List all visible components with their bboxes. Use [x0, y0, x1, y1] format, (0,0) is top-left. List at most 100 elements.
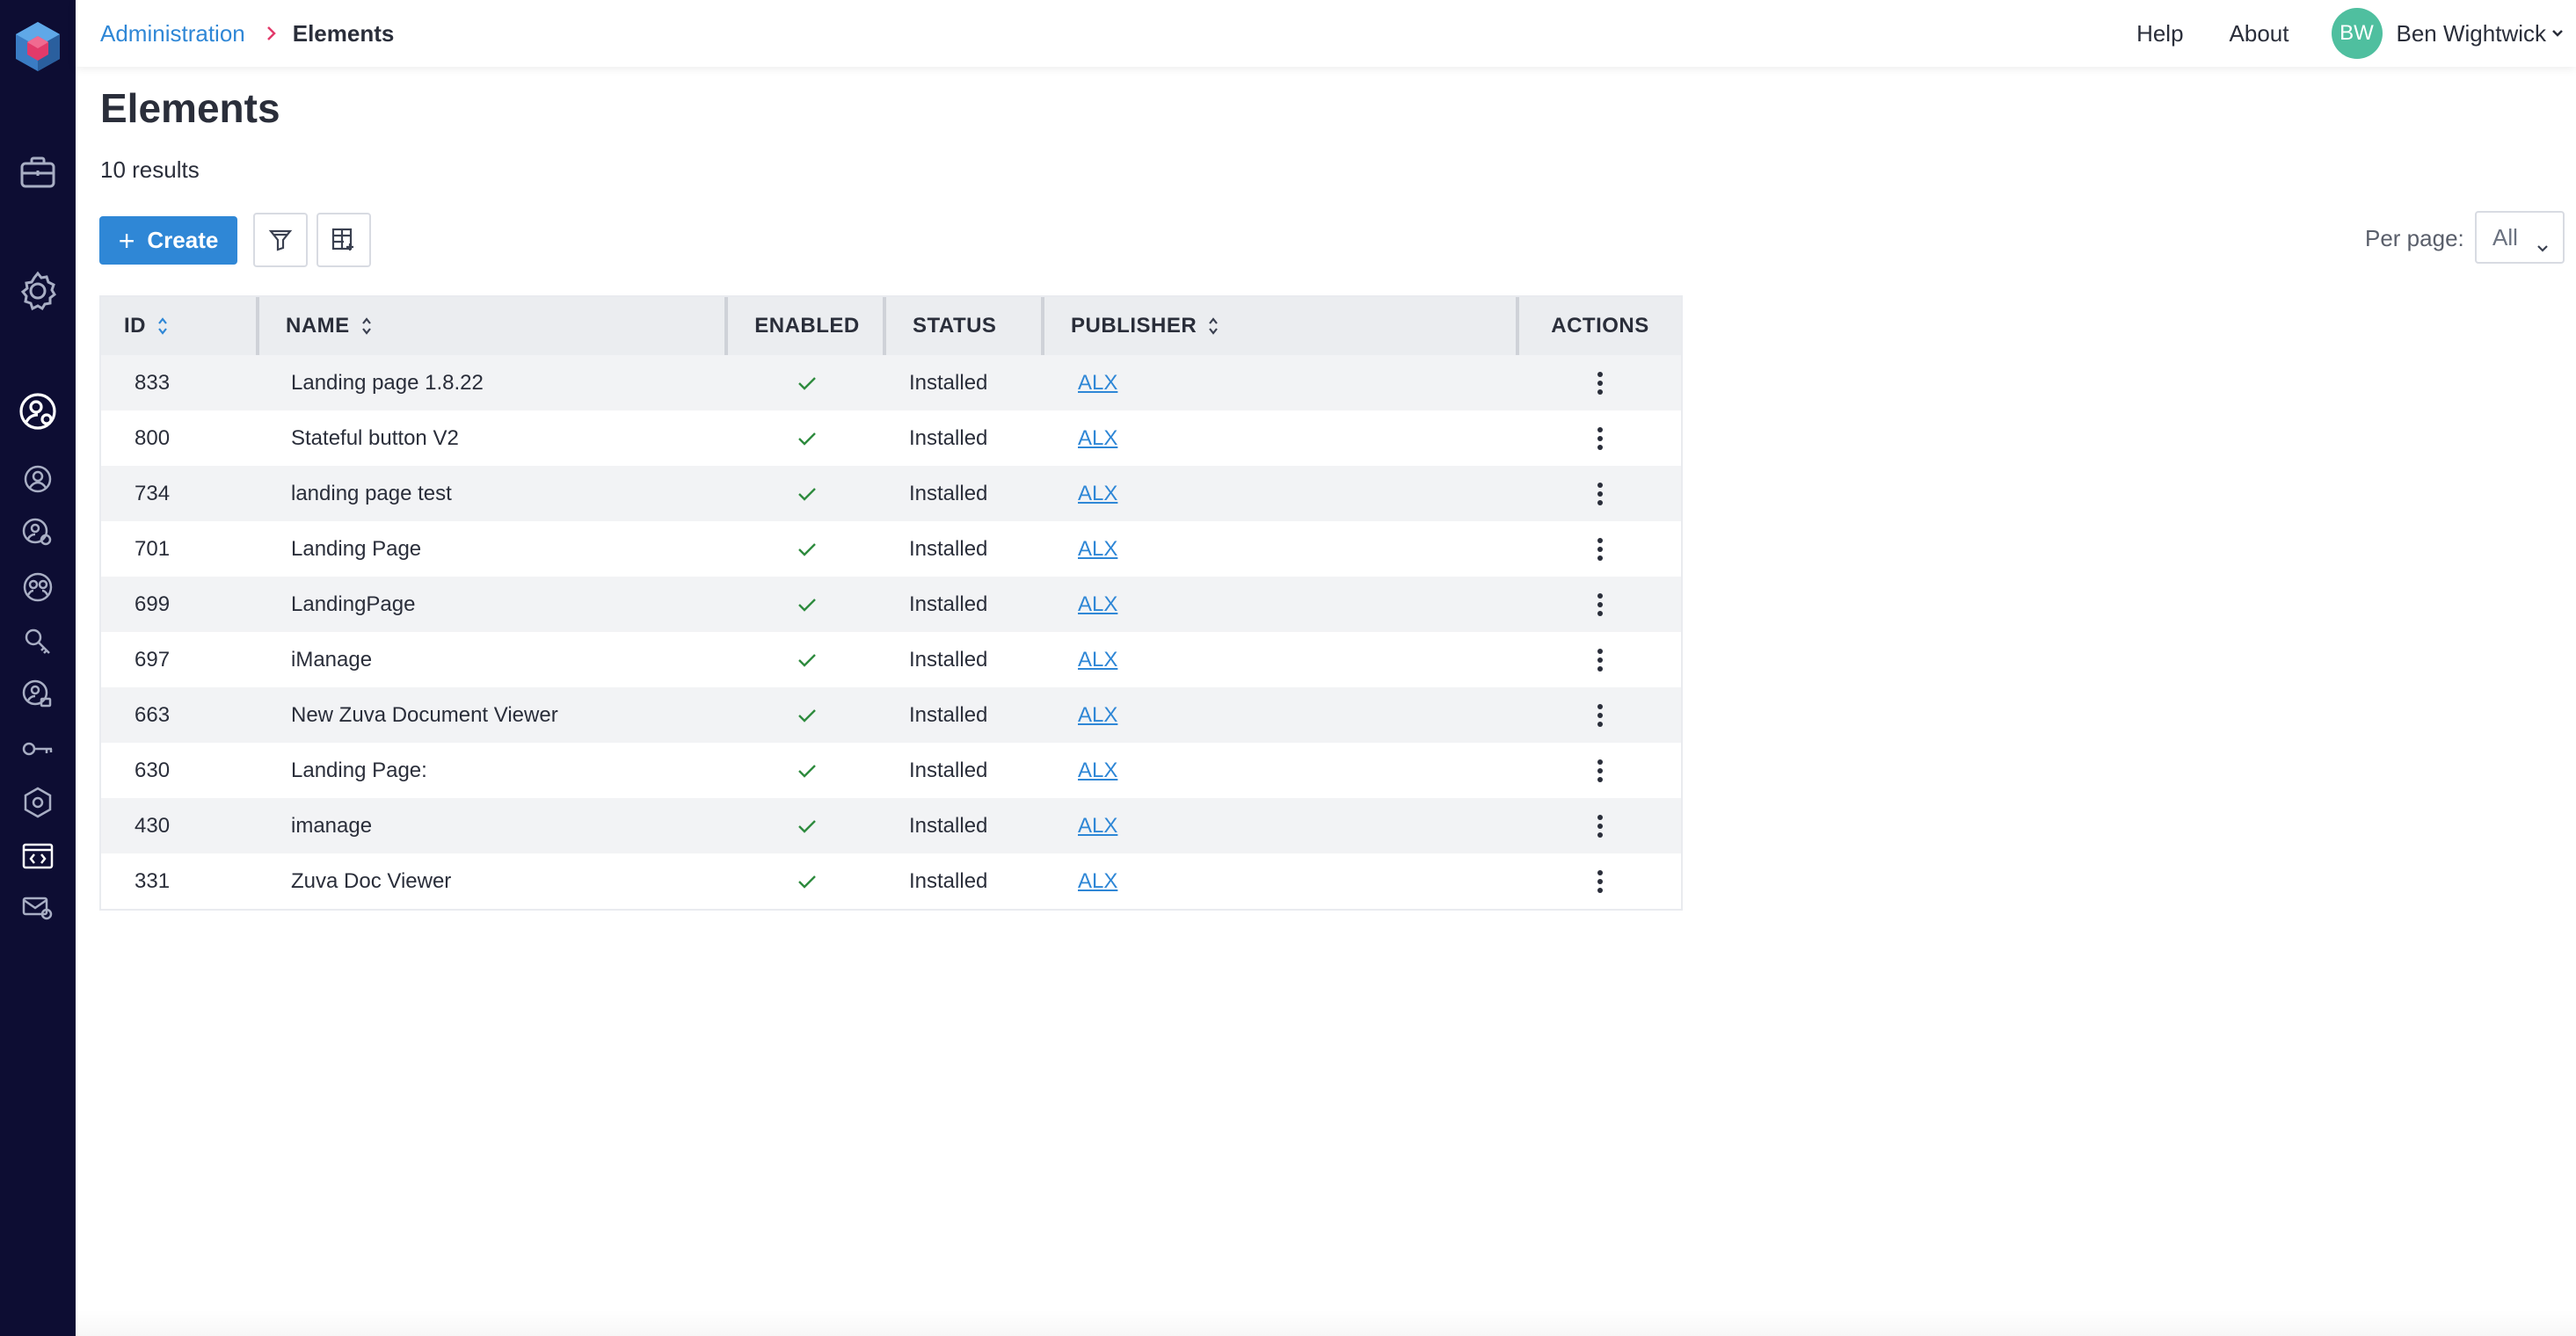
column-header-status: STATUS: [886, 297, 1044, 355]
table-row[interactable]: 430 imanage Installed ALX: [101, 798, 1681, 853]
breadcrumb-administration-link[interactable]: Administration: [100, 20, 245, 47]
row-name: landing page test: [291, 481, 452, 505]
table-row[interactable]: 833 Landing page 1.8.22 Installed ALX: [101, 355, 1681, 410]
column-resize-handle[interactable]: [724, 297, 728, 355]
publisher-link[interactable]: ALX: [1078, 869, 1117, 893]
settings-gear-icon[interactable]: [0, 266, 76, 316]
chevron-down-icon[interactable]: [2551, 29, 2564, 38]
footer-shade: [76, 1310, 2576, 1336]
help-link[interactable]: Help: [2136, 20, 2183, 47]
publisher-link[interactable]: ALX: [1078, 371, 1117, 395]
about-link[interactable]: About: [2230, 20, 2289, 47]
row-id: 833: [135, 370, 171, 395]
table-row[interactable]: 697 iManage Installed ALX: [101, 632, 1681, 687]
column-header-publisher[interactable]: PUBLISHER: [1044, 297, 1519, 355]
table-row[interactable]: 800 Stateful button V2 Installed ALX: [101, 410, 1681, 466]
per-page-value: All: [2492, 223, 2518, 250]
top-header: Administration Elements Help About BW Be…: [76, 0, 2576, 67]
create-button[interactable]: + Create: [99, 216, 237, 265]
column-header-name[interactable]: NAME: [259, 297, 728, 355]
row-actions-menu-icon[interactable]: [1519, 426, 1681, 451]
enabled-check-icon: [728, 542, 886, 556]
avatar[interactable]: BW: [2331, 8, 2383, 59]
hexagon-settings-icon[interactable]: [0, 785, 76, 820]
row-actions-menu-icon[interactable]: [1519, 371, 1681, 396]
publisher-link[interactable]: ALX: [1078, 482, 1117, 505]
row-actions-menu-icon[interactable]: [1519, 869, 1681, 894]
publisher-link[interactable]: ALX: [1078, 759, 1117, 782]
table-row[interactable]: 630 Landing Page: Installed ALX: [101, 743, 1681, 798]
row-actions-menu-icon[interactable]: [1519, 814, 1681, 839]
row-id: 663: [135, 702, 171, 727]
row-status: Installed: [909, 592, 988, 616]
columns-button[interactable]: [317, 213, 371, 267]
row-actions-menu-icon[interactable]: [1519, 703, 1681, 728]
enabled-check-icon: [728, 653, 886, 667]
user-lock-icon[interactable]: [0, 677, 76, 712]
table-row[interactable]: 734 landing page test Installed ALX: [101, 466, 1681, 521]
column-resize-handle[interactable]: [1041, 297, 1044, 355]
publisher-link[interactable]: ALX: [1078, 703, 1117, 727]
row-actions-menu-icon[interactable]: [1519, 482, 1681, 506]
enabled-check-icon: [728, 819, 886, 833]
user-settings-icon[interactable]: [0, 515, 76, 550]
users-group-icon[interactable]: [0, 570, 76, 605]
breadcrumb-current: Elements: [292, 19, 395, 47]
header-actions: Help About BW Ben Wightwick: [2136, 0, 2576, 67]
publisher-link[interactable]: ALX: [1078, 814, 1117, 838]
table-row[interactable]: 699 LandingPage Installed ALX: [101, 577, 1681, 632]
row-status: Installed: [909, 813, 988, 838]
user-menu-name[interactable]: Ben Wightwick: [2397, 20, 2547, 47]
table-row[interactable]: 701 Landing Page Installed ALX: [101, 521, 1681, 577]
row-status: Installed: [909, 370, 988, 395]
row-status: Installed: [909, 481, 988, 505]
column-resize-handle[interactable]: [883, 297, 886, 355]
row-actions-menu-icon[interactable]: [1519, 592, 1681, 617]
row-name: Landing Page:: [291, 758, 427, 782]
mail-settings-icon[interactable]: [0, 890, 76, 926]
row-status: Installed: [909, 425, 988, 450]
publisher-link[interactable]: ALX: [1078, 648, 1117, 672]
enabled-check-icon: [728, 432, 886, 446]
filter-button[interactable]: [253, 213, 308, 267]
key-icon[interactable]: [0, 731, 76, 766]
row-actions-menu-icon[interactable]: [1519, 537, 1681, 562]
filter-icon: [268, 229, 293, 251]
per-page-select[interactable]: All: [2475, 211, 2565, 264]
publisher-link[interactable]: ALX: [1078, 537, 1117, 561]
column-resize-handle[interactable]: [1516, 297, 1519, 355]
row-id: 701: [135, 536, 171, 561]
chevron-down-icon: [2536, 232, 2549, 259]
column-header-name-label: NAME: [286, 314, 350, 338]
row-name: Zuva Doc Viewer: [291, 868, 452, 893]
key-search-icon[interactable]: [0, 624, 76, 659]
row-status: Installed: [909, 868, 988, 893]
user-icon[interactable]: [0, 461, 76, 497]
row-name: iManage: [291, 647, 373, 672]
publisher-link[interactable]: ALX: [1078, 592, 1117, 616]
row-status: Installed: [909, 536, 988, 561]
table-row[interactable]: 663 New Zuva Document Viewer Installed A…: [101, 687, 1681, 743]
enabled-check-icon: [728, 376, 886, 390]
publisher-link[interactable]: ALX: [1078, 426, 1117, 450]
user-admin-icon[interactable]: [0, 387, 76, 436]
sort-icon[interactable]: [360, 316, 373, 337]
row-name: imanage: [291, 813, 373, 838]
column-resize-handle[interactable]: [256, 297, 259, 355]
logo-icon[interactable]: [0, 16, 76, 77]
row-name: Stateful button V2: [291, 425, 459, 450]
chevron-right-icon: [266, 25, 277, 41]
table-row[interactable]: 331 Zuva Doc Viewer Installed ALX: [101, 853, 1681, 909]
sort-icon[interactable]: [1207, 316, 1219, 337]
enabled-check-icon: [728, 708, 886, 722]
column-header-id[interactable]: ID: [101, 297, 259, 355]
briefcase-icon[interactable]: [0, 149, 76, 195]
code-window-icon[interactable]: [0, 839, 76, 874]
table-body: 833 Landing page 1.8.22 Installed ALX 80…: [101, 355, 1681, 909]
row-actions-menu-icon[interactable]: [1519, 759, 1681, 783]
sort-icon[interactable]: [156, 316, 169, 337]
row-id: 331: [135, 868, 171, 893]
enabled-check-icon: [728, 598, 886, 612]
row-actions-menu-icon[interactable]: [1519, 648, 1681, 672]
per-page-label: Per page:: [2365, 225, 2464, 251]
